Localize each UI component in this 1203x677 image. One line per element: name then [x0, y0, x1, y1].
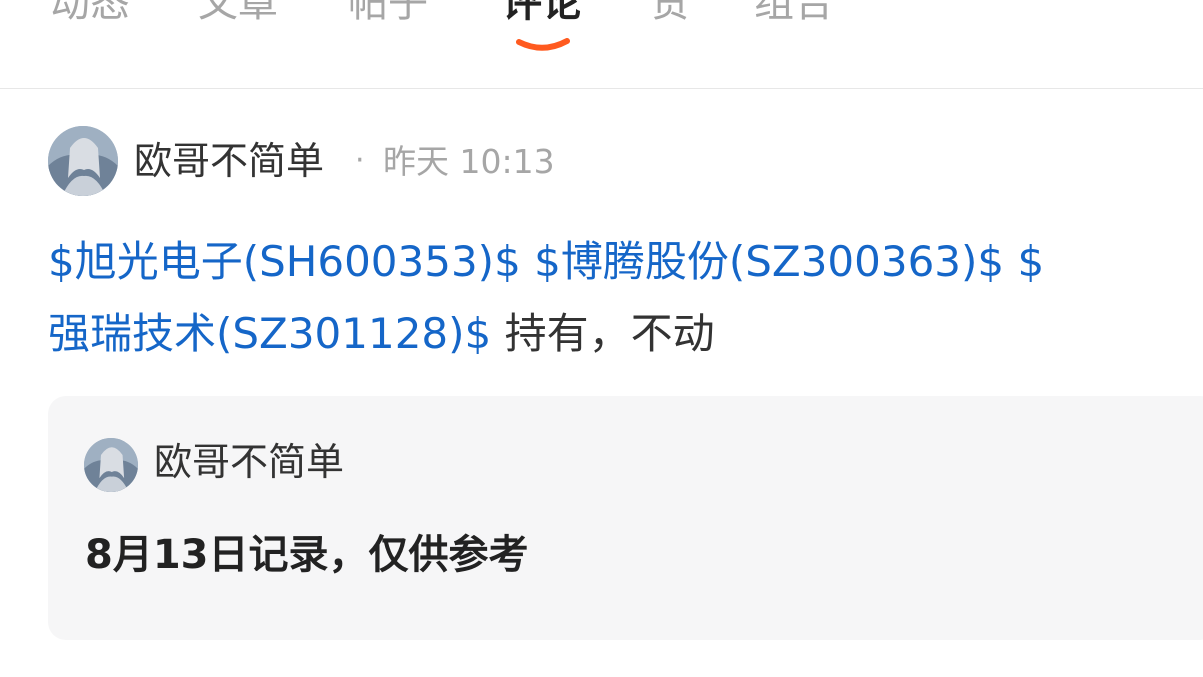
tab-comments[interactable]: 评论	[502, 0, 582, 28]
post-text: 持有，不动	[504, 309, 715, 358]
tab-posts[interactable]: 帖子	[348, 0, 428, 28]
post-time: 昨天 10:13	[383, 142, 555, 181]
active-tab-indicator	[516, 38, 570, 54]
separator-dot: ·	[355, 143, 365, 178]
quoted-author-avatar[interactable]	[84, 438, 138, 492]
quoted-author-name[interactable]: 欧哥不简单	[154, 438, 344, 486]
author-name[interactable]: 欧哥不简单	[134, 138, 324, 184]
post-header: 欧哥不简单 · 昨天 10:13	[48, 126, 1198, 196]
tab-dynamics[interactable]: 动态	[50, 0, 130, 28]
tab-bar: 动态 文章 帖子 评论 赞 组合	[0, 0, 1203, 89]
stock-link-xuguang[interactable]: $旭光电子(SH600353)$	[48, 237, 521, 286]
tab-likes[interactable]: 赞	[650, 0, 690, 28]
stock-link-qiangrui-start[interactable]: $	[1018, 237, 1045, 286]
author-avatar[interactable]	[48, 126, 118, 196]
post-line-1: $旭光电子(SH600353)$ $博腾股份(SZ300363)$ $	[48, 226, 1203, 298]
stock-link-qiangrui[interactable]: 强瑞技术(SZ301128)$	[48, 309, 491, 358]
tab-articles[interactable]: 文章	[198, 0, 278, 28]
tab-portfolio[interactable]: 组合	[754, 0, 834, 28]
post-line-2: 强瑞技术(SZ301128)$ 持有，不动	[48, 298, 1203, 366]
stock-link-boteng[interactable]: $博腾股份(SZ300363)$	[534, 237, 1004, 286]
post-content: $旭光电子(SH600353)$ $博腾股份(SZ300363)$ $ 强瑞技术…	[48, 226, 1203, 366]
quoted-post-card[interactable]: 欧哥不简单 8月13日记录，仅供参考	[48, 396, 1203, 640]
quoted-post-text: 8月13日记录，仅供参考	[85, 532, 529, 578]
